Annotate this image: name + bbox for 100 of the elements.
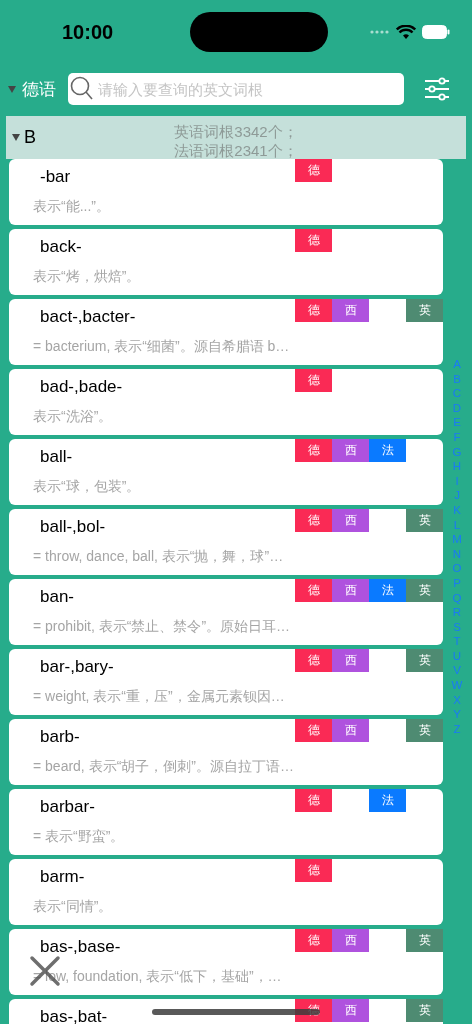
- search-field[interactable]: 请输入要查询的英文词根: [68, 73, 404, 105]
- index-letter[interactable]: B: [453, 371, 461, 387]
- index-letter[interactable]: W: [451, 678, 463, 693]
- root-card[interactable]: back- 德 表示“烤，烘焙”。: [9, 229, 443, 295]
- index-letter[interactable]: V: [453, 663, 461, 679]
- root-word: bas-,bat-: [40, 1007, 108, 1024]
- index-letter[interactable]: D: [452, 400, 462, 416]
- index-letter[interactable]: G: [452, 444, 462, 460]
- section-letter: B: [24, 127, 36, 148]
- language-tag: 法: [369, 439, 406, 462]
- root-word: ban-: [40, 587, 75, 607]
- root-card[interactable]: bact-,bacter- 德 西 英 = bacterium, 表示“细菌”。源自希腊语 b…: [9, 299, 443, 365]
- root-word: barbar-: [40, 797, 95, 817]
- filter-icon[interactable]: [424, 77, 450, 101]
- language-tag: 德: [295, 649, 332, 672]
- language-tag: 英: [406, 649, 443, 672]
- index-letter[interactable]: N: [452, 546, 462, 562]
- root-word: barm-: [40, 867, 85, 887]
- index-letter[interactable]: L: [453, 517, 461, 533]
- language-tag: 德: [295, 229, 332, 252]
- language-tag: 英: [406, 579, 443, 602]
- root-word: bad-,bade-: [40, 377, 123, 397]
- root-meaning: = weight, 表示“重，压”，金属元素钡因…: [33, 688, 285, 706]
- language-tag: 西: [332, 719, 369, 742]
- index-letter[interactable]: I: [455, 473, 459, 489]
- index-letter[interactable]: O: [452, 561, 462, 576]
- root-card[interactable]: barm- 德 表示“同情”。: [9, 859, 443, 925]
- root-meaning: = bacterium, 表示“细菌”。源自希腊语 b…: [33, 338, 290, 356]
- caret-icon: [12, 134, 20, 141]
- index-letter[interactable]: T: [453, 634, 461, 649]
- root-card[interactable]: ball- 德 西 法 表示“球，包装”。: [9, 439, 443, 505]
- index-letter[interactable]: X: [453, 692, 461, 708]
- root-meaning: 表示“同情”。: [33, 898, 113, 916]
- language-tag: 法: [369, 789, 406, 812]
- index-letter[interactable]: Q: [452, 590, 462, 606]
- index-letter[interactable]: R: [452, 605, 462, 620]
- language-tag: 西: [332, 929, 369, 952]
- root-word: bar-,bary-: [40, 657, 114, 677]
- root-card[interactable]: ball-,bol- 德 西 英 = throw, dance, ball, 表示“抛，舞，球”…: [9, 509, 443, 575]
- index-letter[interactable]: J: [454, 488, 460, 503]
- index-letter[interactable]: M: [452, 532, 462, 547]
- root-card[interactable]: bad-,bade- 德 表示“洗浴”。: [9, 369, 443, 435]
- index-letter[interactable]: P: [453, 575, 461, 591]
- language-tag: 德: [295, 929, 332, 952]
- language-tag: 德: [295, 369, 332, 392]
- index-letter[interactable]: E: [453, 415, 461, 430]
- root-word: bact-,bacter-: [40, 307, 136, 327]
- language-tag: 德: [295, 439, 332, 462]
- index-letter[interactable]: K: [453, 502, 461, 518]
- count-text: 英语词根3342个；: [174, 122, 298, 141]
- section-header[interactable]: B 英语词根3342个； 法语词根2341个；: [6, 116, 466, 159]
- language-tag: 德: [295, 159, 332, 182]
- language-tag: 英: [406, 509, 443, 532]
- language-tag: 西: [332, 509, 369, 532]
- root-meaning: = prohibit, 表示“禁止、禁令”。原始日耳…: [33, 618, 291, 636]
- root-meaning: = 表示“野蛮”。: [33, 828, 125, 846]
- signal-icon: [370, 29, 390, 35]
- root-meaning: 表示“球，包装”。: [33, 478, 141, 496]
- language-tag: 西: [332, 649, 369, 672]
- language-tag: 西: [332, 579, 369, 602]
- language-tag: 西: [332, 439, 369, 462]
- language-dropdown[interactable]: 德语: [8, 77, 64, 101]
- index-letter[interactable]: U: [452, 648, 462, 664]
- battery-icon: [422, 25, 450, 39]
- language-tag: 英: [406, 299, 443, 322]
- root-card[interactable]: barb- 德 西 英 = beard, 表示“胡子，倒刺”。源自拉丁语…: [9, 719, 443, 785]
- language-tag: 英: [406, 719, 443, 742]
- index-letter[interactable]: S: [453, 619, 461, 635]
- language-tag: 西: [332, 999, 369, 1022]
- root-word: ball-: [40, 447, 73, 467]
- language-tag: 英: [406, 929, 443, 952]
- search-icon: [70, 76, 94, 102]
- root-word: barb-: [40, 727, 80, 747]
- language-tag: 法: [369, 579, 406, 602]
- language-tag: 西: [332, 299, 369, 322]
- root-card[interactable]: -bar 德 表示“能...”。: [9, 159, 443, 225]
- root-card[interactable]: barbar- 德 法 = 表示“野蛮”。: [9, 789, 443, 855]
- language-tag: 德: [295, 859, 332, 882]
- language-tag: 英: [406, 999, 443, 1022]
- root-meaning: 表示“烤，烘焙”。: [33, 268, 141, 286]
- index-letter[interactable]: F: [453, 429, 461, 445]
- index-letter[interactable]: H: [452, 459, 462, 474]
- root-meaning: 表示“洗浴”。: [33, 408, 113, 426]
- language-tag: 德: [295, 509, 332, 532]
- root-card[interactable]: bar-,bary- 德 西 英 = weight, 表示“重，压”，金属元素钡因…: [9, 649, 443, 715]
- root-card[interactable]: ban- 德 西 法 英 = prohibit, 表示“禁止、禁令”。原始日耳…: [9, 579, 443, 645]
- index-letter[interactable]: Z: [453, 721, 461, 737]
- language-tag: 德: [295, 299, 332, 322]
- root-meaning: = throw, dance, ball, 表示“抛，舞，球”…: [33, 548, 284, 566]
- status-time: 10:00: [62, 20, 114, 44]
- root-word: ball-,bol-: [40, 517, 106, 537]
- language-tag: 德: [295, 789, 332, 812]
- root-word: -bar: [40, 167, 71, 187]
- root-word: back-: [40, 237, 82, 257]
- index-letter[interactable]: C: [452, 386, 462, 401]
- root-word: bas-,base-: [40, 937, 121, 957]
- count-text: 法语词根2341个；: [174, 141, 298, 160]
- index-letter[interactable]: Y: [453, 707, 461, 722]
- index-letter[interactable]: A: [453, 357, 461, 372]
- root-meaning: = beard, 表示“胡子，倒刺”。源自拉丁语…: [33, 758, 294, 776]
